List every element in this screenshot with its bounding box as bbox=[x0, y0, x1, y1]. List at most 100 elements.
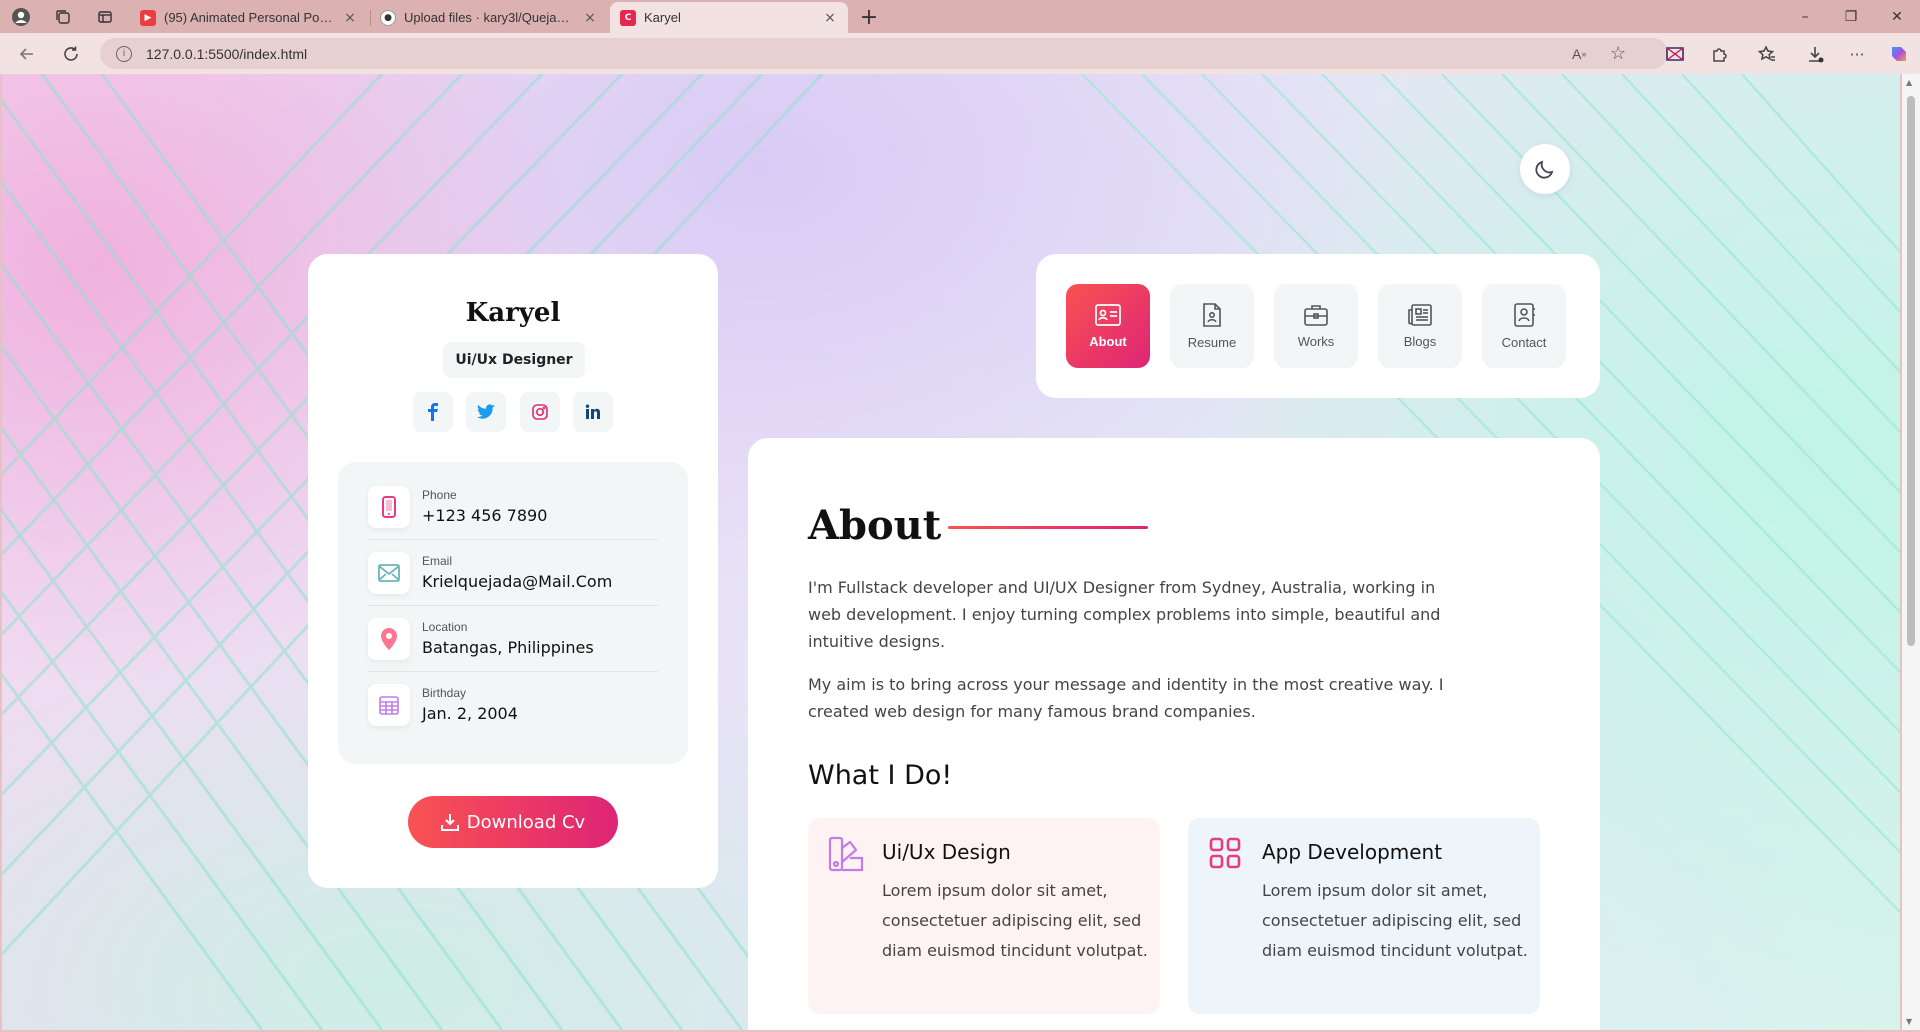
moon-icon bbox=[1535, 160, 1554, 179]
title-underline bbox=[948, 526, 1148, 529]
service-card-app-dev: App Development Lorem ipsum dolor sit am… bbox=[1188, 818, 1540, 1014]
phone-icon bbox=[368, 486, 410, 528]
download-cv-button[interactable]: Download Cv bbox=[408, 796, 618, 848]
profile-name: Karyel bbox=[465, 298, 561, 328]
contact-label: Phone bbox=[422, 488, 457, 502]
profile-card: Karyel Ui/Ux Designer Phone +123 456 789… bbox=[308, 254, 718, 888]
briefcase-icon bbox=[1304, 304, 1328, 326]
site-favicon-icon: C bbox=[620, 9, 636, 26]
downloads-icon[interactable] bbox=[1802, 41, 1828, 67]
tab-title: Upload files · kary3l/Quejada-Chr bbox=[404, 10, 576, 25]
menu-item-contact[interactable]: Contact bbox=[1482, 284, 1566, 368]
extensions-puzzle-icon[interactable] bbox=[1706, 41, 1732, 67]
download-cv-label: Download Cv bbox=[466, 811, 586, 833]
page-scrollbar[interactable]: ▲ ▼ bbox=[1902, 74, 1920, 1030]
id-card-icon bbox=[1095, 303, 1121, 326]
tab-close-button[interactable]: × bbox=[822, 10, 838, 26]
contact-label: Email bbox=[422, 554, 453, 568]
contact-label: Birthday bbox=[422, 686, 467, 700]
page-viewport: Karyel Ui/Ux Designer Phone +123 456 789… bbox=[2, 74, 1900, 1030]
extension-icon[interactable] bbox=[1662, 41, 1688, 67]
email-icon bbox=[368, 552, 410, 594]
about-paragraph-1: I'm Fullstack developer and UI/UX Design… bbox=[808, 578, 1441, 651]
browser-tab-bar: ▶ (95) Animated Personal Portfolio W × ●… bbox=[0, 0, 1920, 33]
contact-value: Jan. 2, 2004 bbox=[422, 704, 518, 723]
design-icon bbox=[828, 836, 866, 878]
scroll-up-arrow-icon[interactable]: ▲ bbox=[1906, 78, 1912, 87]
tab-actions-icon[interactable] bbox=[94, 6, 116, 28]
read-aloud-icon[interactable]: A» bbox=[1572, 38, 1586, 69]
scrollbar-thumb[interactable] bbox=[1907, 96, 1915, 646]
menu-item-about[interactable]: About bbox=[1066, 284, 1150, 368]
what-i-do-heading: What I Do! bbox=[808, 760, 953, 791]
contact-item-phone: Phone +123 456 7890 bbox=[368, 474, 658, 540]
profile-avatar-icon[interactable] bbox=[10, 6, 32, 28]
back-button[interactable] bbox=[14, 41, 40, 67]
calendar-icon bbox=[368, 684, 410, 726]
site-info-icon[interactable]: i bbox=[116, 45, 132, 62]
settings-more-icon[interactable]: ··· bbox=[1844, 41, 1870, 67]
tab-close-button[interactable]: × bbox=[582, 10, 598, 26]
profile-role-badge: Ui/Ux Designer bbox=[443, 342, 585, 378]
tab-github[interactable]: ● Upload files · kary3l/Quejada-Chr × bbox=[370, 2, 608, 33]
newspaper-icon bbox=[1408, 303, 1432, 326]
github-icon: ● bbox=[380, 9, 396, 26]
menu-label: Works bbox=[1297, 333, 1335, 349]
contact-item-birthday: Birthday Jan. 2, 2004 bbox=[368, 672, 658, 738]
reload-button[interactable] bbox=[58, 41, 84, 67]
download-icon bbox=[440, 814, 459, 831]
tab-karyel[interactable]: C Karyel × bbox=[610, 2, 848, 33]
service-title: Ui/Ux Design bbox=[882, 840, 1011, 864]
menu-label: Contact bbox=[1501, 334, 1547, 350]
location-icon bbox=[368, 618, 410, 660]
service-card-uiux: Ui/Ux Design Lorem ipsum dolor sit amet,… bbox=[808, 818, 1160, 1014]
tab-youtube[interactable]: ▶ (95) Animated Personal Portfolio W × bbox=[130, 2, 368, 33]
contact-label: Location bbox=[422, 620, 468, 634]
contact-info-box: Phone +123 456 7890 Email Krielquejada@M… bbox=[338, 462, 688, 764]
social-links bbox=[413, 392, 613, 432]
favorite-star-icon[interactable]: ☆ bbox=[1610, 38, 1626, 69]
address-bar[interactable]: i 127.0.0.1:5500/index.html A» ☆ bbox=[100, 38, 1668, 69]
contact-book-icon bbox=[1514, 302, 1535, 327]
dark-mode-toggle[interactable] bbox=[1520, 144, 1570, 194]
menu-label: About bbox=[1089, 333, 1127, 349]
service-description: Lorem ipsum dolor sit amet, consectetuer… bbox=[882, 881, 1148, 960]
grid-icon bbox=[1208, 836, 1242, 874]
menu-item-blogs[interactable]: Blogs bbox=[1378, 284, 1462, 368]
close-window-button[interactable]: ✕ bbox=[1874, 0, 1920, 33]
scroll-down-arrow-icon[interactable]: ▼ bbox=[1906, 1017, 1912, 1026]
tab-title: Karyel bbox=[644, 10, 681, 25]
restore-button[interactable]: ❐ bbox=[1828, 0, 1874, 33]
favorites-icon[interactable] bbox=[1754, 41, 1780, 67]
tab-title: (95) Animated Personal Portfolio W bbox=[164, 10, 336, 25]
instagram-icon bbox=[531, 404, 548, 420]
new-tab-button[interactable]: + bbox=[858, 5, 880, 30]
about-paragraph-2: My aim is to bring across your message a… bbox=[808, 675, 1444, 721]
contact-value: +123 456 7890 bbox=[422, 506, 548, 525]
twitter-link[interactable] bbox=[466, 392, 507, 432]
twitter-icon bbox=[477, 404, 496, 419]
menu-item-works[interactable]: Works bbox=[1274, 284, 1358, 368]
contact-value: Batangas, Philippines bbox=[422, 638, 594, 657]
section-menu: About Resume Works Blogs Contact bbox=[1036, 254, 1600, 398]
file-icon bbox=[1203, 302, 1221, 327]
browser-toolbar: i 127.0.0.1:5500/index.html A» ☆ ··· bbox=[0, 33, 1920, 74]
service-title: App Development bbox=[1262, 840, 1443, 864]
minimize-button[interactable]: – bbox=[1782, 0, 1828, 33]
contact-item-email: Email Krielquejada@Mail.Com bbox=[368, 540, 658, 606]
url-text: 127.0.0.1:5500/index.html bbox=[146, 45, 308, 62]
copilot-icon[interactable] bbox=[1886, 41, 1912, 67]
linkedin-link[interactable] bbox=[572, 392, 613, 432]
service-description: Lorem ipsum dolor sit amet, consectetuer… bbox=[1262, 881, 1528, 960]
linkedin-icon bbox=[585, 404, 600, 419]
contact-value[interactable]: Krielquejada@Mail.Com bbox=[422, 572, 612, 591]
instagram-link[interactable] bbox=[519, 392, 560, 432]
youtube-icon: ▶ bbox=[140, 9, 156, 26]
menu-item-resume[interactable]: Resume bbox=[1170, 284, 1254, 368]
tab-close-button[interactable]: × bbox=[342, 10, 358, 26]
workspaces-icon[interactable] bbox=[52, 6, 74, 28]
menu-label: Resume bbox=[1187, 334, 1237, 350]
about-section: About I'm Fullstack developer and UI/UX … bbox=[748, 438, 1600, 1030]
menu-label: Blogs bbox=[1403, 333, 1437, 349]
facebook-link[interactable] bbox=[413, 392, 453, 432]
